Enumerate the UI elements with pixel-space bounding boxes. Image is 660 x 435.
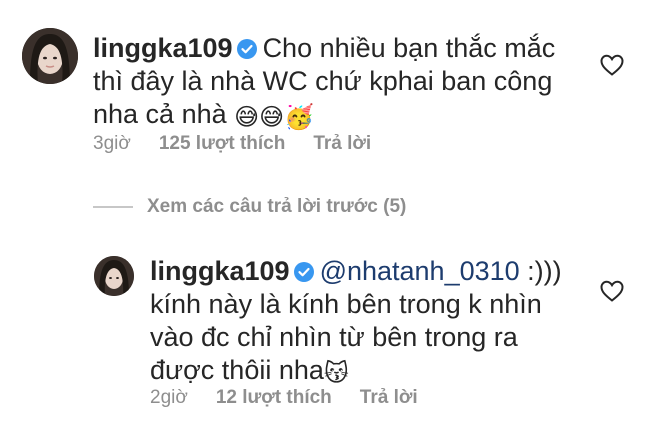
comment-body: linggka109 @nhatanh_0310 :))) kính này là… <box>150 255 562 387</box>
mention-link[interactable]: @nhatanh_0310 <box>320 256 520 286</box>
avatar[interactable] <box>22 28 78 84</box>
avatar[interactable] <box>94 256 134 296</box>
verified-badge-icon <box>293 262 314 282</box>
timestamp: 3giờ <box>93 133 131 154</box>
comment-text: nha cả nhà <box>93 99 227 129</box>
likes-count[interactable]: 12 lượt thích <box>216 387 332 409</box>
username[interactable]: linggka109 <box>93 33 233 63</box>
reply-button[interactable]: Trả lời <box>313 133 371 155</box>
emoji: 😅😅🥳 <box>234 104 315 131</box>
view-replies-label: Xem các câu trả lời trước (5) <box>147 196 407 217</box>
emoji: 😽 <box>323 360 349 387</box>
likes-count[interactable]: 125 lượt thích <box>159 133 286 155</box>
heart-icon[interactable] <box>599 279 625 303</box>
comment-text: được thôii nha <box>150 355 324 385</box>
comment-text: thì đây là nhà WC chứ kphai ban công <box>93 66 553 96</box>
comment-text: Cho nhiều bạn thắc mắc <box>262 33 556 63</box>
username[interactable]: linggka109 <box>150 256 290 286</box>
comment-text: :))) <box>519 256 562 286</box>
comment-text: vào đc chỉ nhìn từ bên trong ra <box>150 322 518 352</box>
heart-icon[interactable] <box>599 53 625 77</box>
comment-meta: 2giờ 12 lượt thích Trả lời <box>150 387 418 409</box>
timestamp: 2giờ <box>150 387 188 408</box>
view-previous-replies[interactable]: Xem các câu trả lời trước (5) <box>93 196 406 218</box>
comment-meta: 3giờ 125 lượt thích Trả lời <box>93 133 371 155</box>
divider-line <box>93 206 133 208</box>
comment-body: linggka109 Cho nhiều bạn thắc mắc thì đây… <box>93 32 555 131</box>
reply-button[interactable]: Trả lời <box>360 387 418 409</box>
comment-text: kính này là kính bên trong k nhìn <box>150 289 542 319</box>
verified-badge-icon <box>236 39 257 59</box>
